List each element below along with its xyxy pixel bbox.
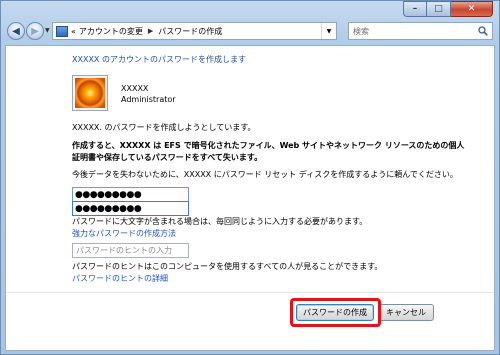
divider [6, 292, 494, 293]
search-box[interactable]: 検索 [348, 22, 493, 40]
flower-picture-icon [75, 78, 105, 108]
forward-arrow-icon: ▶ [31, 25, 39, 37]
content-pane: XXXXX のアカウントのパスワードを作成します XXXXX Administr… [5, 45, 495, 351]
history-dropdown-icon[interactable]: ▼ [45, 27, 50, 34]
password-hint-field[interactable]: パスワードのヒントの入力 [72, 243, 189, 258]
breadcrumb-separator-icon[interactable]: ▶ [148, 27, 153, 35]
address-dropdown-icon[interactable]: ▼ [321, 23, 336, 39]
user-role: Administrator [121, 95, 176, 104]
hint-details-link[interactable]: パスワードのヒントの詳細 [72, 273, 168, 284]
user-avatar [72, 75, 108, 111]
maximize-button[interactable]: □ [427, 1, 451, 17]
control-panel-window: – □ ✕ ◀ ▶ ▼ « アカウントの変更 ▶ パスワードの作成 ▼ 検索 X… [0, 0, 500, 355]
back-button[interactable]: ◀ [7, 22, 25, 40]
close-button[interactable]: ✕ [451, 1, 493, 17]
confirm-password-field[interactable]: ●●●●●●●●● [72, 201, 189, 216]
case-sensitivity-note: パスワードに大文字が含まれる場合は、毎回同じように入力する必要があります。 [72, 217, 368, 226]
search-icon[interactable] [474, 23, 492, 39]
advice-text: 今後データを失わないために、XXXXX にパスワード リセット ディスクを作成す… [72, 170, 458, 179]
back-arrow-icon: ◀ [12, 25, 20, 37]
highlight-frame [290, 298, 381, 327]
intro-text: XXXXX. のパスワードを作成しようとしています。 [72, 123, 256, 132]
new-password-field[interactable]: ●●●●●●●●● [72, 187, 189, 202]
hint-visibility-note: パスワードのヒントはこのコンピュータを使用するすべての人が見ることができます。 [72, 262, 383, 271]
forward-button[interactable]: ▶ [26, 22, 44, 40]
navigation-bar: ◀ ▶ ▼ « アカウントの変更 ▶ パスワードの作成 ▼ 検索 [7, 21, 493, 45]
cancel-button[interactable]: キャンセル [378, 304, 434, 321]
page-title: XXXXX のアカウントのパスワードを作成します [72, 55, 246, 64]
breadcrumb-item-create-password[interactable]: パスワードの作成 [158, 26, 222, 37]
address-bar[interactable]: « アカウントの変更 ▶ パスワードの作成 ▼ [52, 22, 337, 40]
minimize-button[interactable]: – [403, 1, 427, 17]
control-panel-icon [56, 25, 68, 37]
user-name: XXXXX [121, 84, 149, 93]
strong-password-link[interactable]: 強力なパスワードの作成方法 [72, 228, 176, 239]
warning-text: 作成すると、XXXXX は EFS で暗号化されたファイル、Web サイトやネッ… [72, 141, 465, 162]
search-placeholder: 検索 [353, 26, 369, 36]
breadcrumb-item-change-account[interactable]: アカウントの変更 [79, 26, 143, 37]
window-controls: – □ ✕ [403, 1, 493, 17]
breadcrumb-overflow[interactable]: « [71, 27, 76, 36]
